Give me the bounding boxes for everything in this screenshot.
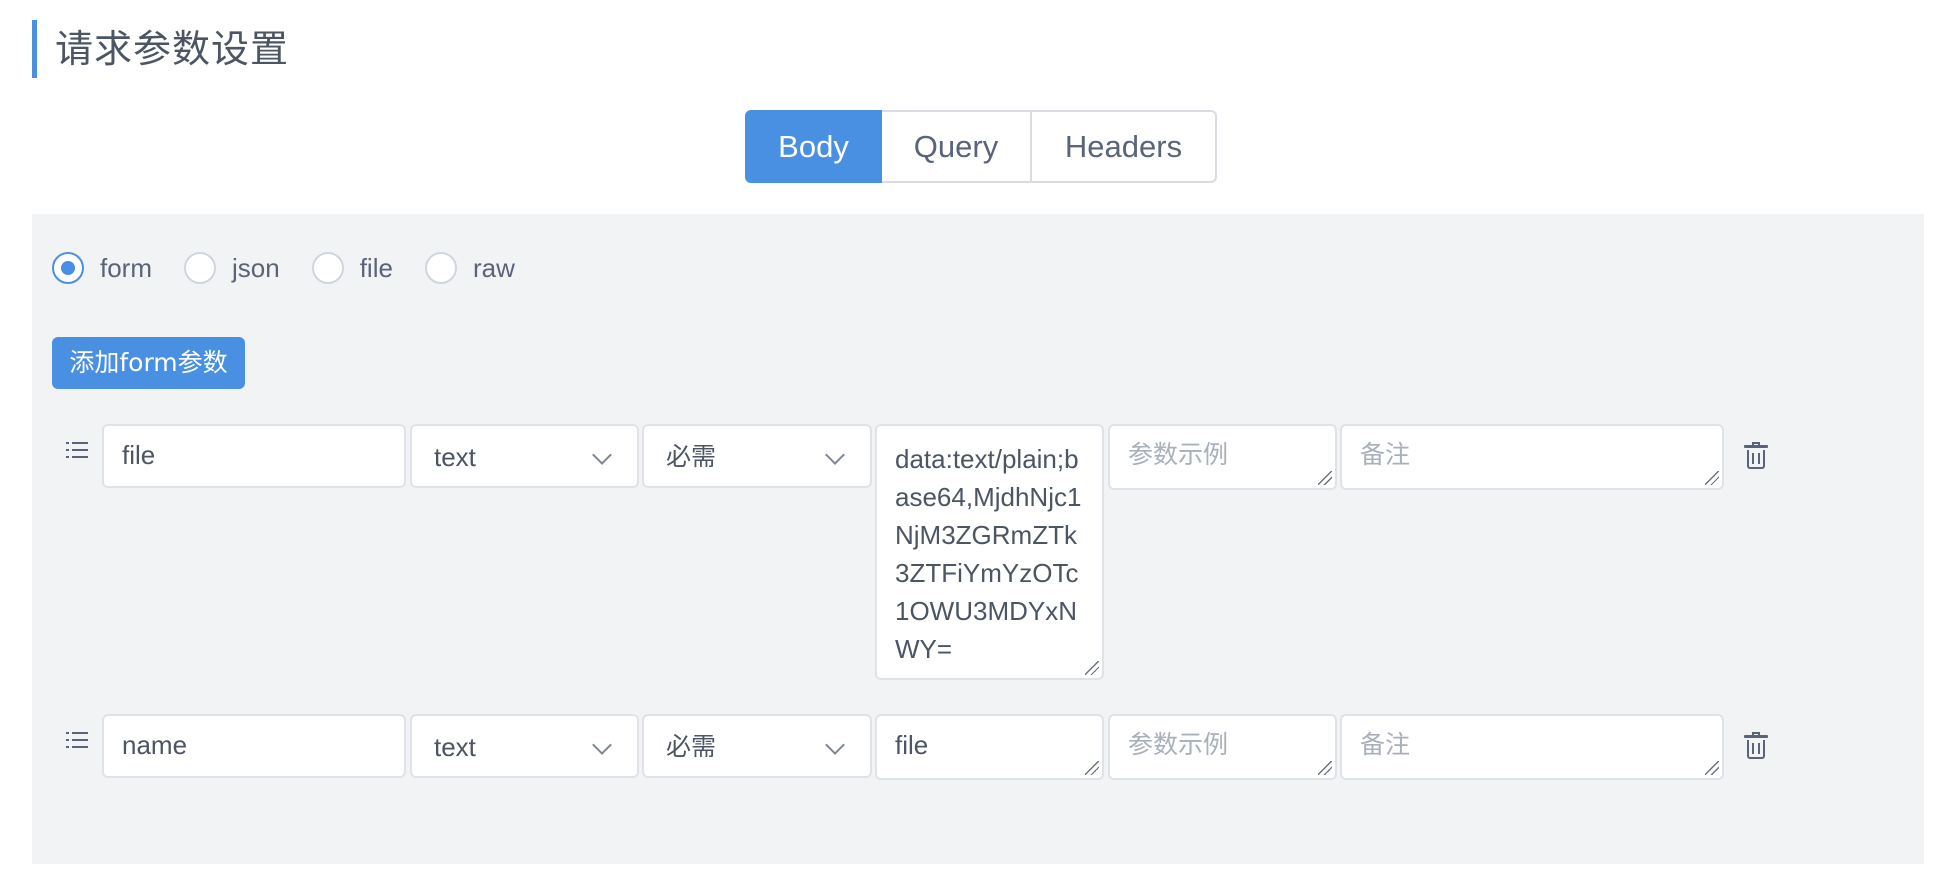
param-type-select[interactable]: text <box>410 424 639 488</box>
trash-icon[interactable] <box>1744 442 1768 470</box>
param-remark-textarea[interactable]: 备注 <box>1340 424 1724 490</box>
param-required-select[interactable]: 必需 <box>642 714 872 778</box>
param-row: file text 必需 data:text/plain;base64,Mjdh… <box>32 424 1924 686</box>
drag-list-icon[interactable] <box>66 732 88 752</box>
param-remark-textarea[interactable]: 备注 <box>1340 714 1724 780</box>
radio-json[interactable]: json <box>184 252 280 284</box>
param-value-textarea[interactable]: data:text/plain;base64,MjdhNjc1NjM3ZGRmZ… <box>875 424 1104 680</box>
param-required-value: 必需 <box>666 442 717 471</box>
radio-raw-indicator[interactable] <box>424 252 457 284</box>
param-example-placeholder: 参数示例 <box>1128 730 1229 759</box>
tab-headers[interactable]: Headers <box>1032 110 1217 183</box>
radio-form[interactable]: form <box>52 252 152 284</box>
chevron-down-icon <box>592 735 612 755</box>
radio-file-label: file <box>359 252 393 283</box>
param-type-value: text <box>434 442 476 472</box>
chevron-down-icon <box>825 735 845 755</box>
radio-json-label: json <box>232 252 280 283</box>
add-form-param-button[interactable]: 添加form参数 <box>52 337 245 389</box>
radio-json-indicator[interactable] <box>184 252 216 284</box>
trash-icon[interactable] <box>1744 732 1768 760</box>
param-remark-placeholder: 备注 <box>1360 440 1411 469</box>
chevron-down-icon <box>825 445 845 465</box>
param-name-input[interactable]: file <box>102 424 406 488</box>
param-remark-placeholder: 备注 <box>1360 730 1411 759</box>
radio-raw-label: raw <box>472 252 515 283</box>
tab-body[interactable]: Body <box>745 110 882 183</box>
drag-list-icon[interactable] <box>66 442 88 462</box>
radio-file[interactable]: file <box>311 252 393 284</box>
param-name-input[interactable]: name <box>102 714 406 778</box>
radio-raw[interactable]: raw <box>424 252 515 284</box>
section-title: 请求参数设置 <box>32 20 289 78</box>
param-value-text: file <box>895 730 929 760</box>
request-tabs: Body Query Headers <box>745 110 1217 183</box>
body-panel: form json file raw 添加form参数 file text 必需 <box>32 214 1924 864</box>
radio-form-indicator[interactable] <box>52 252 84 284</box>
param-row: name text 必需 file 参数示例 备注 <box>32 714 1924 782</box>
param-example-textarea[interactable]: 参数示例 <box>1108 424 1337 490</box>
chevron-down-icon <box>592 445 612 465</box>
resize-grip-icon[interactable] <box>1318 761 1332 775</box>
param-required-select[interactable]: 必需 <box>642 424 872 488</box>
param-type-value: text <box>434 732 476 762</box>
tab-query[interactable]: Query <box>882 110 1032 183</box>
body-type-radio-group: form json file raw <box>52 252 547 284</box>
resize-grip-icon[interactable] <box>1705 471 1719 485</box>
resize-grip-icon[interactable] <box>1705 761 1719 775</box>
resize-grip-icon[interactable] <box>1085 761 1099 775</box>
radio-form-label: form <box>100 252 152 283</box>
param-required-value: 必需 <box>666 732 717 761</box>
param-value-text: data:text/plain;base64,MjdhNjc1NjM3ZGRmZ… <box>895 444 1082 664</box>
param-example-textarea[interactable]: 参数示例 <box>1108 714 1337 780</box>
param-value-textarea[interactable]: file <box>875 714 1104 780</box>
resize-grip-icon[interactable] <box>1085 661 1099 675</box>
param-type-select[interactable]: text <box>410 714 639 778</box>
resize-grip-icon[interactable] <box>1318 471 1332 485</box>
radio-file-indicator[interactable] <box>311 252 344 284</box>
param-example-placeholder: 参数示例 <box>1128 440 1229 469</box>
